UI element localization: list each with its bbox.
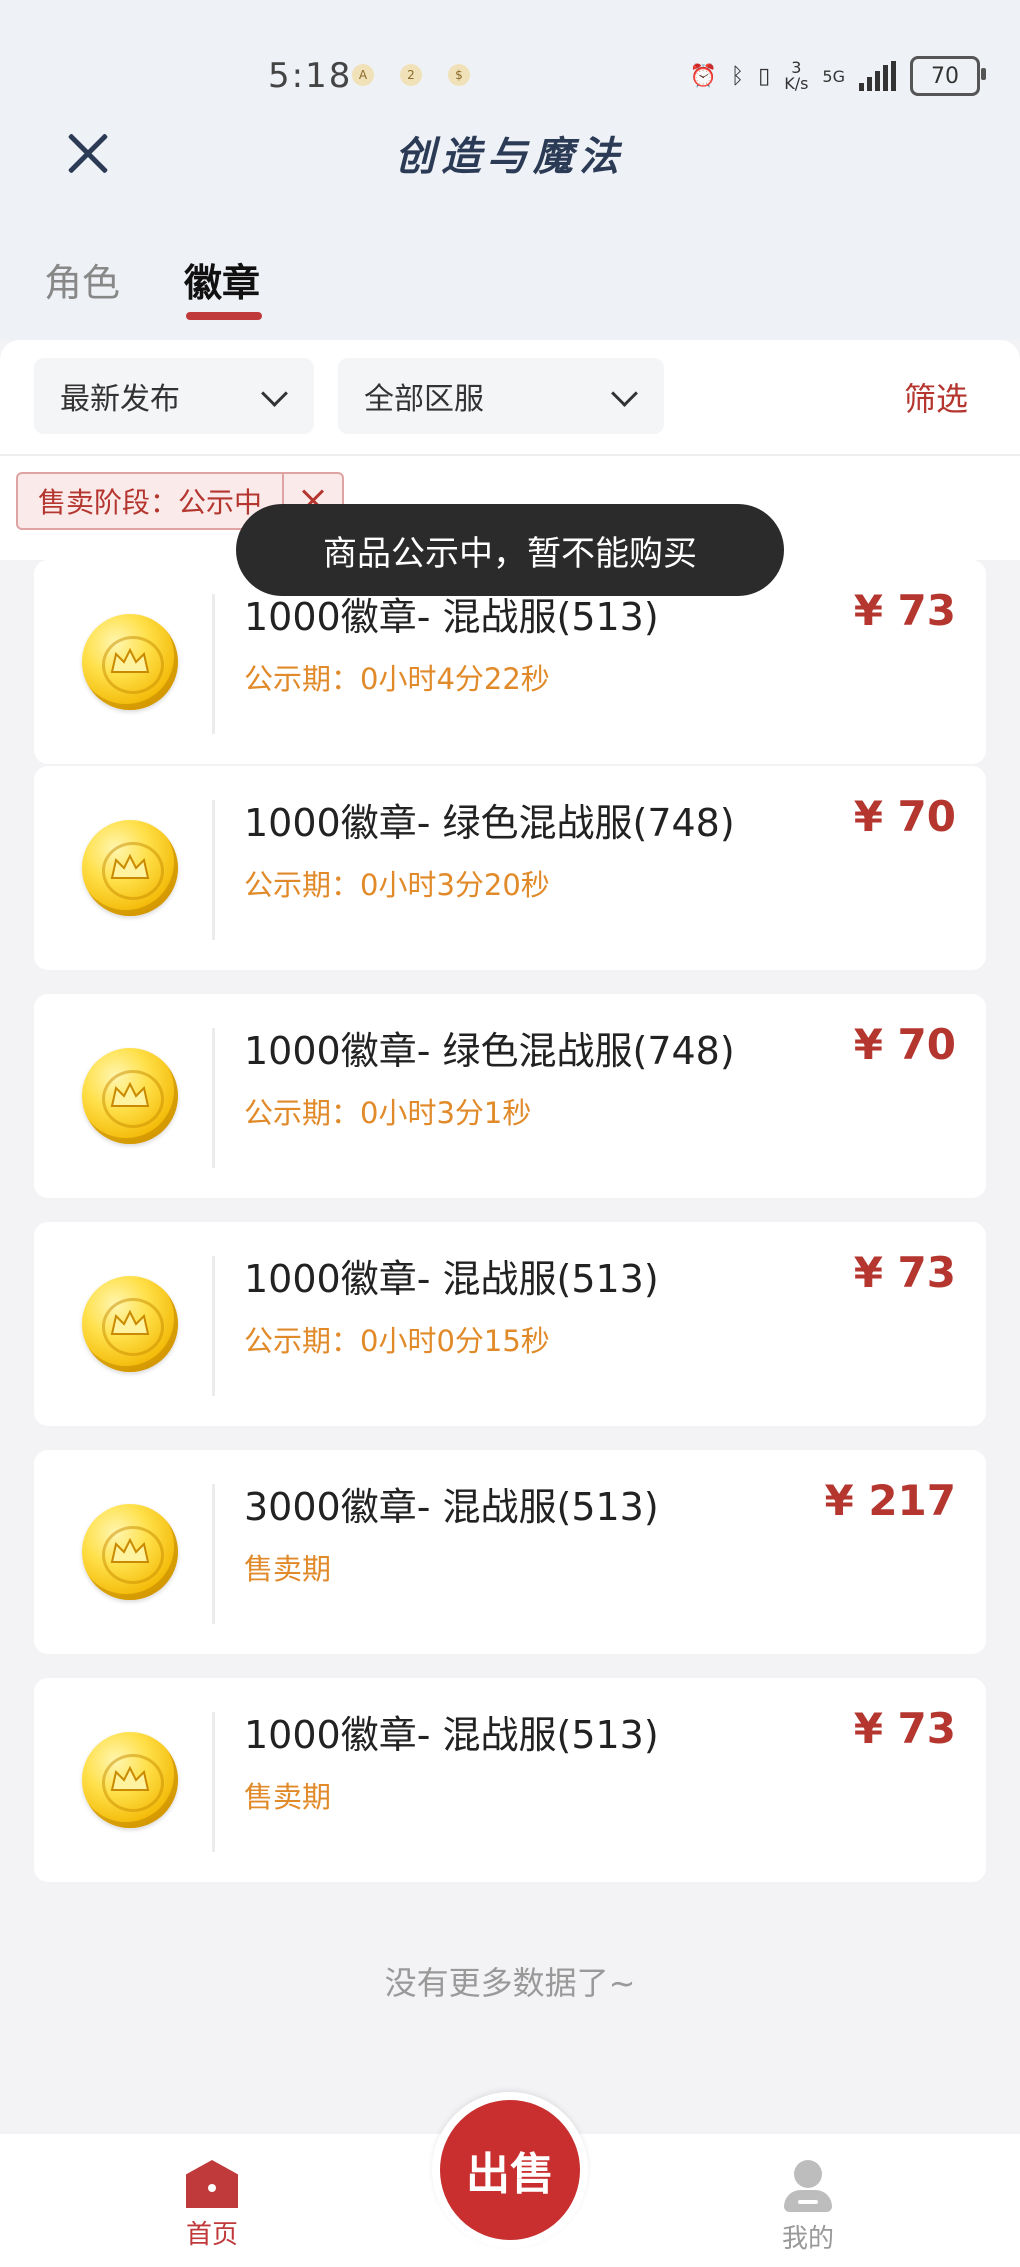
nav-home-label: 首页 bbox=[185, 2220, 238, 2250]
signal-icon bbox=[859, 61, 896, 91]
toast-message: 商品公示中，暂不能购买 bbox=[236, 504, 784, 596]
coin-icon bbox=[82, 1732, 178, 1828]
active-filter-label: 售卖阶段：公示中 bbox=[38, 486, 263, 519]
coin-icon bbox=[82, 1276, 178, 1372]
coin-icon bbox=[82, 820, 178, 916]
bottom-nav: 首页 出售 我的 bbox=[0, 2092, 1020, 2267]
divider bbox=[212, 594, 215, 734]
region-dropdown[interactable]: 全部区服 bbox=[338, 358, 664, 434]
nav-mine[interactable]: 我的 bbox=[748, 2160, 868, 2255]
divider bbox=[212, 1484, 215, 1624]
status-time: 5:18 bbox=[268, 56, 353, 96]
network-type: 5G bbox=[822, 66, 845, 86]
divider bbox=[212, 1256, 215, 1396]
tab-badge[interactable]: 徽章 bbox=[184, 252, 260, 307]
status-bar: 5:18 A 2 $ ⏰ ᛒ ▯ 3 K/s 5G 70 bbox=[0, 0, 1020, 110]
divider bbox=[212, 800, 215, 940]
item-price: ¥ 73 bbox=[853, 1248, 956, 1297]
sort-dropdown[interactable]: 最新发布 bbox=[34, 358, 314, 434]
notification-icon: 2 bbox=[400, 64, 422, 86]
item-title: 1000徽章- 绿色混战服(748) bbox=[244, 1029, 735, 1073]
bluetooth-icon: ᛒ bbox=[730, 63, 745, 89]
vibrate-icon: ▯ bbox=[758, 63, 771, 89]
item-price: ¥ 73 bbox=[853, 1704, 956, 1753]
nav-home[interactable]: 首页 bbox=[152, 2160, 272, 2251]
item-period: 售卖期 bbox=[244, 1780, 332, 1814]
list-item[interactable]: 1000徽章- 混战服(513) 公示期：0小时0分15秒 ¥ 73 bbox=[34, 1222, 986, 1426]
no-more-data-text: 没有更多数据了~ bbox=[384, 1964, 636, 2002]
notification-icon: A bbox=[352, 64, 374, 86]
item-price: ¥ 70 bbox=[853, 1020, 956, 1069]
coin-icon bbox=[82, 1504, 178, 1600]
item-price: ¥ 73 bbox=[853, 586, 956, 635]
divider bbox=[0, 454, 1020, 456]
tab-indicator bbox=[186, 312, 262, 320]
list-item[interactable]: 1000徽章- 绿色混战服(748) 公示期：0小时3分1秒 ¥ 70 bbox=[34, 994, 986, 1198]
divider bbox=[212, 1712, 215, 1852]
divider bbox=[212, 1028, 215, 1168]
item-title: 1000徽章- 绿色混战服(748) bbox=[244, 801, 735, 845]
status-icons: ⏰ ᛒ ▯ 3 K/s 5G 70 bbox=[689, 56, 986, 96]
item-period: 售卖期 bbox=[244, 1552, 332, 1586]
tab-character[interactable]: 角色 bbox=[44, 252, 120, 307]
item-period: 公示期：0小时3分1秒 bbox=[244, 1096, 532, 1130]
list-item[interactable]: 3000徽章- 混战服(513) 售卖期 ¥ 217 bbox=[34, 1450, 986, 1654]
chevron-down-icon bbox=[611, 380, 638, 407]
nav-mine-label: 我的 bbox=[781, 2224, 834, 2254]
net-speed: 3 K/s bbox=[784, 58, 809, 93]
sell-button[interactable]: 出售 bbox=[432, 2092, 588, 2248]
tab-bar: 角色 徽章 bbox=[0, 220, 1020, 340]
item-title: 1000徽章- 混战服(513) bbox=[244, 1257, 659, 1301]
item-price: ¥ 217 bbox=[824, 1476, 956, 1525]
coin-icon bbox=[82, 1048, 178, 1144]
page-title: 创造与魔法 bbox=[395, 133, 625, 180]
battery-level: 70 bbox=[931, 63, 959, 89]
list-item[interactable]: 1000徽章- 混战服(513) 售卖期 ¥ 73 bbox=[34, 1678, 986, 1882]
home-icon bbox=[186, 2160, 238, 2208]
sort-dropdown-label: 最新发布 bbox=[60, 382, 180, 417]
coin-icon bbox=[82, 614, 178, 710]
item-price: ¥ 70 bbox=[853, 792, 956, 841]
notification-icon: $ bbox=[448, 64, 470, 86]
filter-button[interactable]: 筛选 bbox=[904, 374, 968, 420]
item-period: 公示期：0小时4分22秒 bbox=[244, 662, 550, 696]
list-item[interactable]: 1000徽章- 绿色混战服(748) 公示期：0小时3分20秒 ¥ 70 bbox=[34, 766, 986, 970]
chevron-down-icon bbox=[261, 380, 288, 407]
app-header: 创造与魔法 bbox=[0, 110, 1020, 220]
item-period: 公示期：0小时0分15秒 bbox=[244, 1324, 550, 1358]
item-title: 3000徽章- 混战服(513) bbox=[244, 1485, 659, 1529]
region-dropdown-label: 全部区服 bbox=[364, 382, 484, 417]
item-period: 公示期：0小时3分20秒 bbox=[244, 868, 550, 902]
item-title: 1000徽章- 混战服(513) bbox=[244, 1713, 659, 1757]
alarm-icon: ⏰ bbox=[689, 63, 717, 89]
user-icon bbox=[782, 2160, 834, 2212]
battery-icon: 70 bbox=[910, 56, 986, 96]
